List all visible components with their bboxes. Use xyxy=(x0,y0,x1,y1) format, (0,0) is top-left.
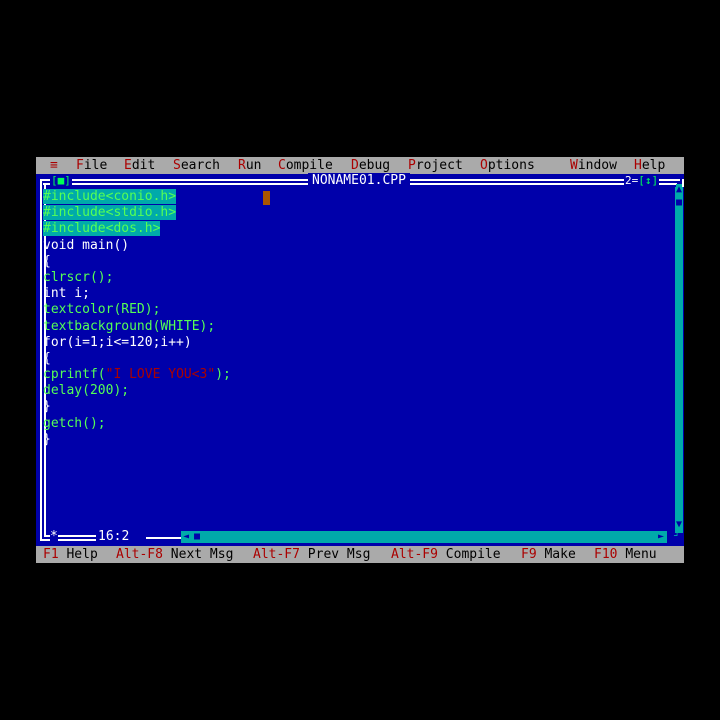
menu-compile-hotkey: C xyxy=(278,158,286,173)
status-help-key: F1 xyxy=(43,547,59,562)
code-editor[interactable]: #include<conio.h> #include<stdio.h> #inc… xyxy=(43,189,231,448)
menu-file[interactable]: File xyxy=(76,157,107,174)
status-menu-key: F10 xyxy=(594,547,618,562)
menu-options[interactable]: Options xyxy=(480,157,535,174)
window-frame-bottom-outer xyxy=(40,539,96,541)
menu-edit[interactable]: Edit xyxy=(124,157,155,174)
status-compile-label: Compile xyxy=(445,547,501,562)
menu-options-hotkey: O xyxy=(480,158,488,173)
menu-compile[interactable]: Compile xyxy=(278,157,333,174)
code-line: textbackground(WHITE); xyxy=(43,318,216,334)
vertical-scroll-thumb[interactable]: ■ xyxy=(676,197,682,209)
menu-bar: ≡ File Edit Search Run Compile Debug Pro… xyxy=(36,157,684,174)
code-line: } xyxy=(43,431,51,447)
status-next-msg[interactable]: Alt-F8 Next Msg xyxy=(116,546,233,563)
code-line: getch(); xyxy=(43,415,106,431)
status-compile[interactable]: Alt-F9 Compile xyxy=(391,546,501,563)
menu-edit-label: dit xyxy=(131,158,156,173)
menu-run[interactable]: Run xyxy=(238,157,261,174)
menu-options-label: ptions xyxy=(487,158,535,173)
code-line: #include<dos.h> xyxy=(43,221,231,237)
status-menu[interactable]: F10 Menu xyxy=(594,546,657,563)
window-frame-right-outer xyxy=(682,179,684,187)
menu-window-label: indow xyxy=(577,158,617,173)
horizontal-scrollbar[interactable] xyxy=(181,531,667,543)
close-icon: [■] xyxy=(51,174,71,187)
code-line-text: #include<conio.h> xyxy=(43,189,177,204)
menu-window[interactable]: Window xyxy=(570,157,617,174)
status-make-key: F9 xyxy=(521,547,537,562)
resize-corner-icon[interactable]: ┘ xyxy=(674,531,680,543)
window-number: 2 xyxy=(625,174,632,187)
scroll-up-arrow-icon[interactable]: ▲ xyxy=(676,184,683,196)
scroll-left-arrow-icon[interactable]: ◄ xyxy=(183,531,189,543)
menu-run-hotkey: R xyxy=(238,158,246,173)
text-cursor xyxy=(263,191,270,205)
code-line: void main() xyxy=(43,237,130,253)
window-frame-left-outer xyxy=(40,179,42,539)
status-bar: F1 Help Alt-F8 Next Msg Alt-F7 Prev Msg … xyxy=(36,546,684,563)
window-frame-bottom-mid xyxy=(146,537,182,539)
window-number-zoom[interactable]: 2=[↕] xyxy=(624,174,660,188)
status-make[interactable]: F9 Make xyxy=(521,546,576,563)
menu-project-hotkey: P xyxy=(408,158,416,173)
status-next-msg-key: Alt-F8 xyxy=(116,547,163,562)
scroll-down-arrow-icon[interactable]: ▼ xyxy=(676,519,682,531)
code-line: delay(200); xyxy=(43,383,130,399)
code-line: #include<stdio.h> xyxy=(43,205,231,221)
menu-help-label: elp xyxy=(641,158,666,173)
menu-file-label: ile xyxy=(83,158,108,173)
horizontal-scroll-thumb[interactable]: ■ xyxy=(194,531,200,543)
code-line: for(i=1;i<=120;i++) xyxy=(43,334,192,350)
zoom-icon: [↕] xyxy=(638,174,659,187)
code-line-text: #include<stdio.h> xyxy=(43,205,177,221)
menu-project[interactable]: Project xyxy=(408,157,463,174)
menu-search-hotkey: S xyxy=(173,158,181,173)
vertical-scrollbar[interactable] xyxy=(675,187,683,533)
code-line: { xyxy=(43,253,51,269)
code-line: textcolor(RED); xyxy=(43,302,161,318)
window-title: NONAME01.CPP xyxy=(308,173,410,189)
string-literal: "I LOVE YOU<3" xyxy=(105,367,216,383)
menu-file-hotkey: F xyxy=(76,158,84,173)
menu-run-label: un xyxy=(245,158,262,173)
status-prev-msg[interactable]: Alt-F7 Prev Msg xyxy=(253,546,370,563)
code-line: } xyxy=(43,399,51,415)
menu-debug[interactable]: Debug xyxy=(351,157,390,174)
status-next-msg-label: Next Msg xyxy=(170,547,234,562)
code-line: clrscr(); xyxy=(43,269,114,285)
menu-help[interactable]: Help xyxy=(634,157,665,174)
code-line: int i; xyxy=(43,286,90,302)
menu-search-label: earch xyxy=(180,158,220,173)
code-line: cprintf("I LOVE YOU<3"); xyxy=(43,367,231,383)
status-prev-msg-key: Alt-F7 xyxy=(253,547,300,562)
status-make-label: Make xyxy=(544,547,576,562)
status-prev-msg-label: Prev Msg xyxy=(307,547,371,562)
menu-debug-hotkey: D xyxy=(351,158,359,173)
menu-project-label: roject xyxy=(415,158,463,173)
scroll-right-arrow-icon[interactable]: ► xyxy=(658,531,664,543)
code-line-text: #include<dos.h> xyxy=(43,221,161,237)
status-help[interactable]: F1 Help xyxy=(43,546,98,563)
menu-help-hotkey: H xyxy=(634,158,642,173)
cursor-position: 16:2 xyxy=(96,529,132,545)
status-help-label: Help xyxy=(66,547,98,562)
code-line: #include<conio.h> xyxy=(43,189,231,205)
window-close-button[interactable]: [■] xyxy=(50,174,72,188)
turbo-cpp-ide: ≡ File Edit Search Run Compile Debug Pro… xyxy=(36,157,684,563)
menu-window-hotkey: W xyxy=(570,158,578,173)
menu-edit-hotkey: E xyxy=(124,158,132,173)
menu-compile-label: ompile xyxy=(285,158,333,173)
modified-indicator: * xyxy=(50,529,58,545)
code-line: { xyxy=(43,350,51,366)
menu-debug-label: ebug xyxy=(358,158,391,173)
status-compile-key: Alt-F9 xyxy=(391,547,438,562)
status-menu-label: Menu xyxy=(625,547,657,562)
system-menu-button[interactable]: ≡ xyxy=(50,157,58,174)
menu-search[interactable]: Search xyxy=(173,157,220,174)
